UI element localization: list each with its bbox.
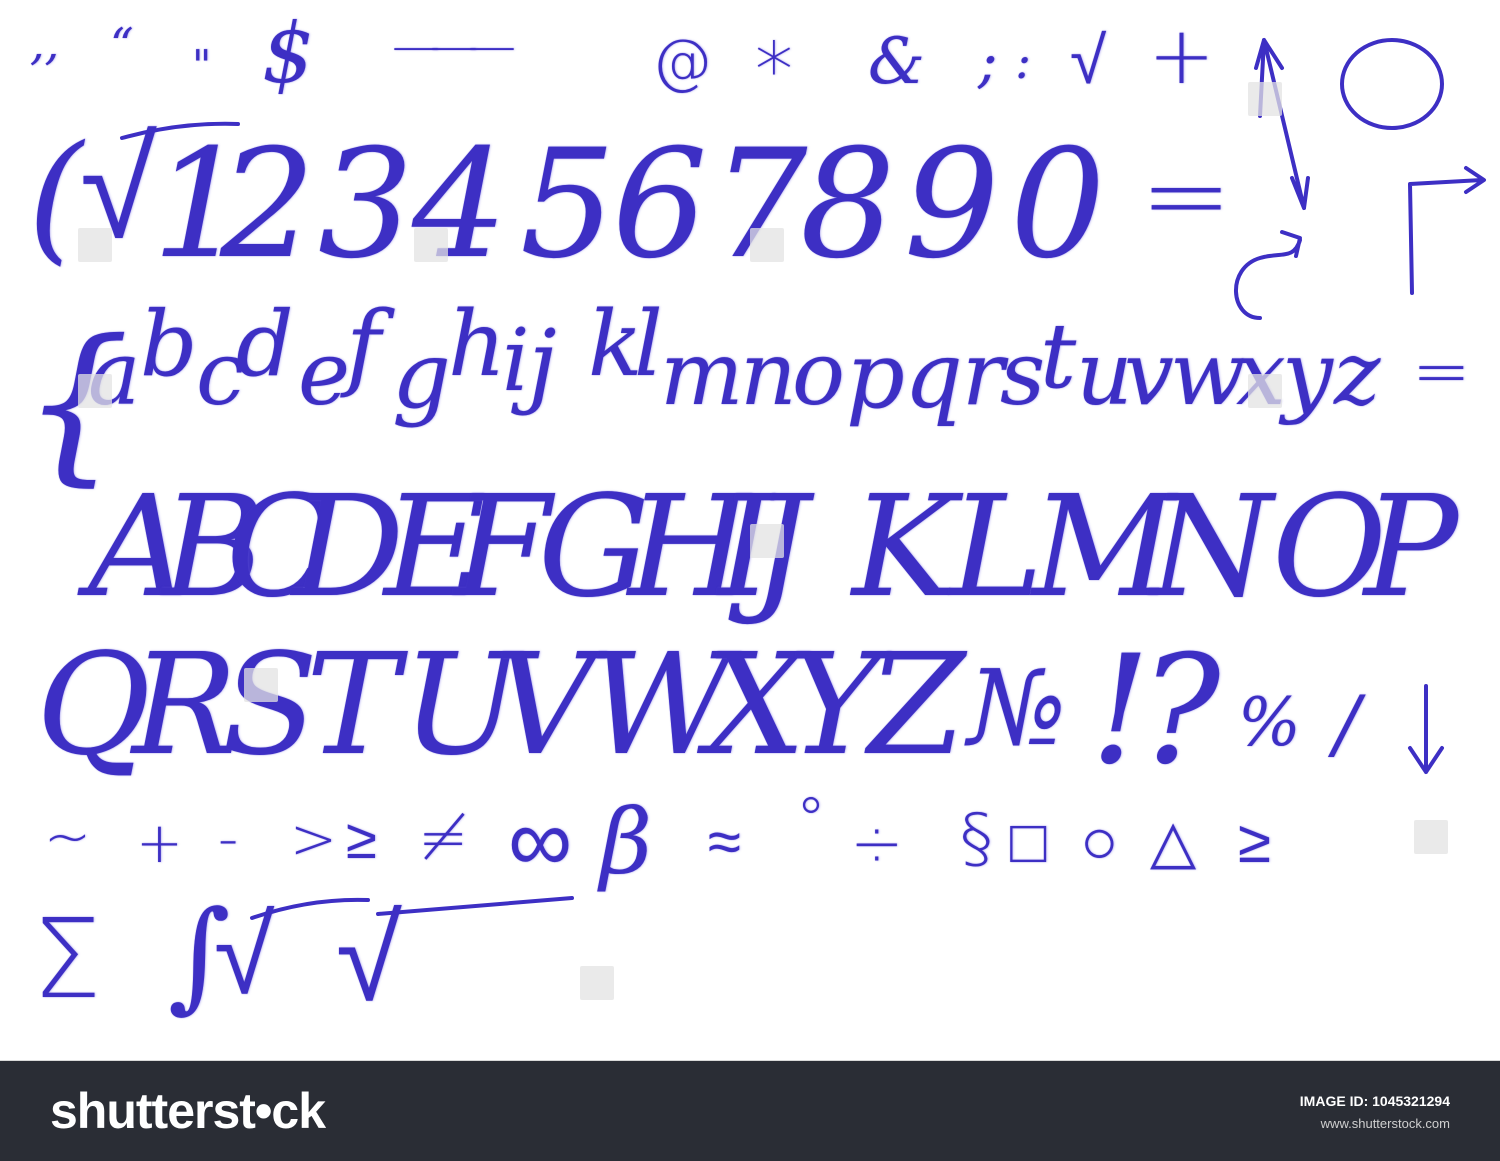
glyph: b (140, 292, 198, 397)
glyph: 3 (318, 118, 414, 292)
glyph: S (222, 624, 318, 787)
glyph: 2 (220, 118, 316, 292)
footer-bar: shutterst•ck IMAGE ID: 1045321294 www.sh… (0, 1061, 1500, 1161)
glyph: ≥ (1238, 807, 1271, 877)
glyph: o (792, 322, 845, 425)
glyph: / (1334, 679, 1360, 768)
glyph: N (1150, 466, 1273, 629)
glyph: ≈ (708, 807, 741, 877)
glyph: + (1148, 9, 1216, 102)
glyph: “ (110, 18, 134, 72)
curved-arrow-icon (1220, 210, 1310, 334)
glyph: q (904, 322, 963, 429)
glyph: 9 (904, 118, 1000, 292)
glyph: P (1364, 466, 1459, 629)
glyph-rows: ,, “ " $ ——— @ * & ; : √ + ( √ 1 2 3 4 5… (0, 0, 1500, 1061)
watermark-badge (1248, 82, 1282, 116)
glyph: ~ (44, 805, 91, 870)
glyph: = (1412, 330, 1471, 412)
watermark-badge (580, 966, 614, 1000)
glyph: 0 (1010, 118, 1106, 292)
glyph: n (740, 322, 797, 425)
glyph: F (454, 466, 552, 629)
glyph: 8 (800, 118, 896, 292)
glyph: * (755, 25, 793, 114)
glyph: t (1040, 304, 1077, 409)
watermark-badge (414, 228, 448, 262)
glyph: Y (788, 624, 881, 787)
glyph: : (1015, 34, 1032, 90)
glyph: ? (1140, 624, 1221, 798)
glyph: y (1282, 322, 1333, 427)
glyph: L (950, 466, 1043, 629)
glyph: □ (1010, 807, 1047, 877)
glyph: @ (652, 27, 712, 97)
watermark-badge (750, 524, 784, 558)
glyph: β (600, 790, 653, 895)
site-url: www.shutterstock.com (1320, 1116, 1450, 1131)
glyph: ÷ (850, 807, 904, 881)
glyph: e (298, 322, 351, 425)
glyph: - (218, 807, 239, 872)
glyph: g (392, 322, 451, 429)
glyph: j (528, 310, 557, 417)
glyph-sheet: ,, “ " $ ——— @ * & ; : √ + ( √ 1 2 3 4 5… (0, 0, 1500, 1061)
glyph: ; (978, 27, 998, 95)
glyph: v (1124, 322, 1174, 425)
glyph: & (868, 25, 925, 99)
glyph: ——— (392, 18, 516, 74)
arrow-up-icon (1252, 28, 1322, 222)
radical-bar (376, 894, 576, 922)
watermark-badge (750, 228, 784, 262)
glyph: Z (868, 624, 966, 787)
glyph: + (136, 811, 183, 876)
glyph: № (968, 647, 1067, 769)
glyph: ∞ (508, 788, 573, 893)
image-id-label: IMAGE ID: 1045321294 (1299, 1093, 1450, 1109)
glyph: K (852, 466, 957, 629)
watermark-badge (78, 374, 112, 408)
circle-icon (1336, 34, 1448, 138)
watermark-badge (78, 228, 112, 262)
radical-bar (250, 890, 370, 924)
glyph: = (1140, 131, 1233, 259)
glyph: p (846, 322, 905, 429)
glyph: ○ (1080, 805, 1119, 879)
arrow-right-icon (1400, 158, 1490, 302)
watermark-badge (1248, 374, 1282, 408)
radical-bar (120, 120, 240, 144)
glyph: i (502, 311, 530, 411)
glyph: √ (1070, 22, 1107, 99)
glyph: T (306, 624, 400, 787)
glyph: w (1170, 322, 1246, 425)
glyph: § (960, 800, 993, 877)
glyph: ,, (30, 16, 60, 70)
arrow-down-icon (1400, 680, 1456, 784)
glyph: d (236, 292, 294, 397)
glyph: ≠ (418, 803, 469, 873)
glyph: $ (262, 7, 315, 102)
glyph: % (1238, 684, 1301, 761)
glyph: f (346, 292, 381, 401)
glyph: ≥ (346, 807, 377, 872)
glyph: z (1334, 322, 1381, 425)
glyph: ° (796, 785, 826, 855)
glyph: s (1000, 322, 1046, 425)
glyph: V (494, 624, 596, 787)
shutterstock-logo: shutterst•ck (50, 1083, 326, 1139)
watermark-badge (244, 668, 278, 702)
glyph: m (660, 322, 744, 425)
glyph: > (290, 807, 337, 872)
glyph: r (962, 322, 1005, 425)
glyph: h (448, 292, 506, 397)
glyph: " (192, 41, 212, 90)
glyph: ( (28, 116, 83, 279)
glyph: 6 (612, 118, 708, 292)
glyph: l (634, 292, 663, 397)
watermark-badge (1414, 820, 1448, 854)
glyph: △ (1150, 807, 1197, 877)
glyph: Σ (32, 895, 102, 1023)
glyph: 5 (520, 118, 616, 292)
